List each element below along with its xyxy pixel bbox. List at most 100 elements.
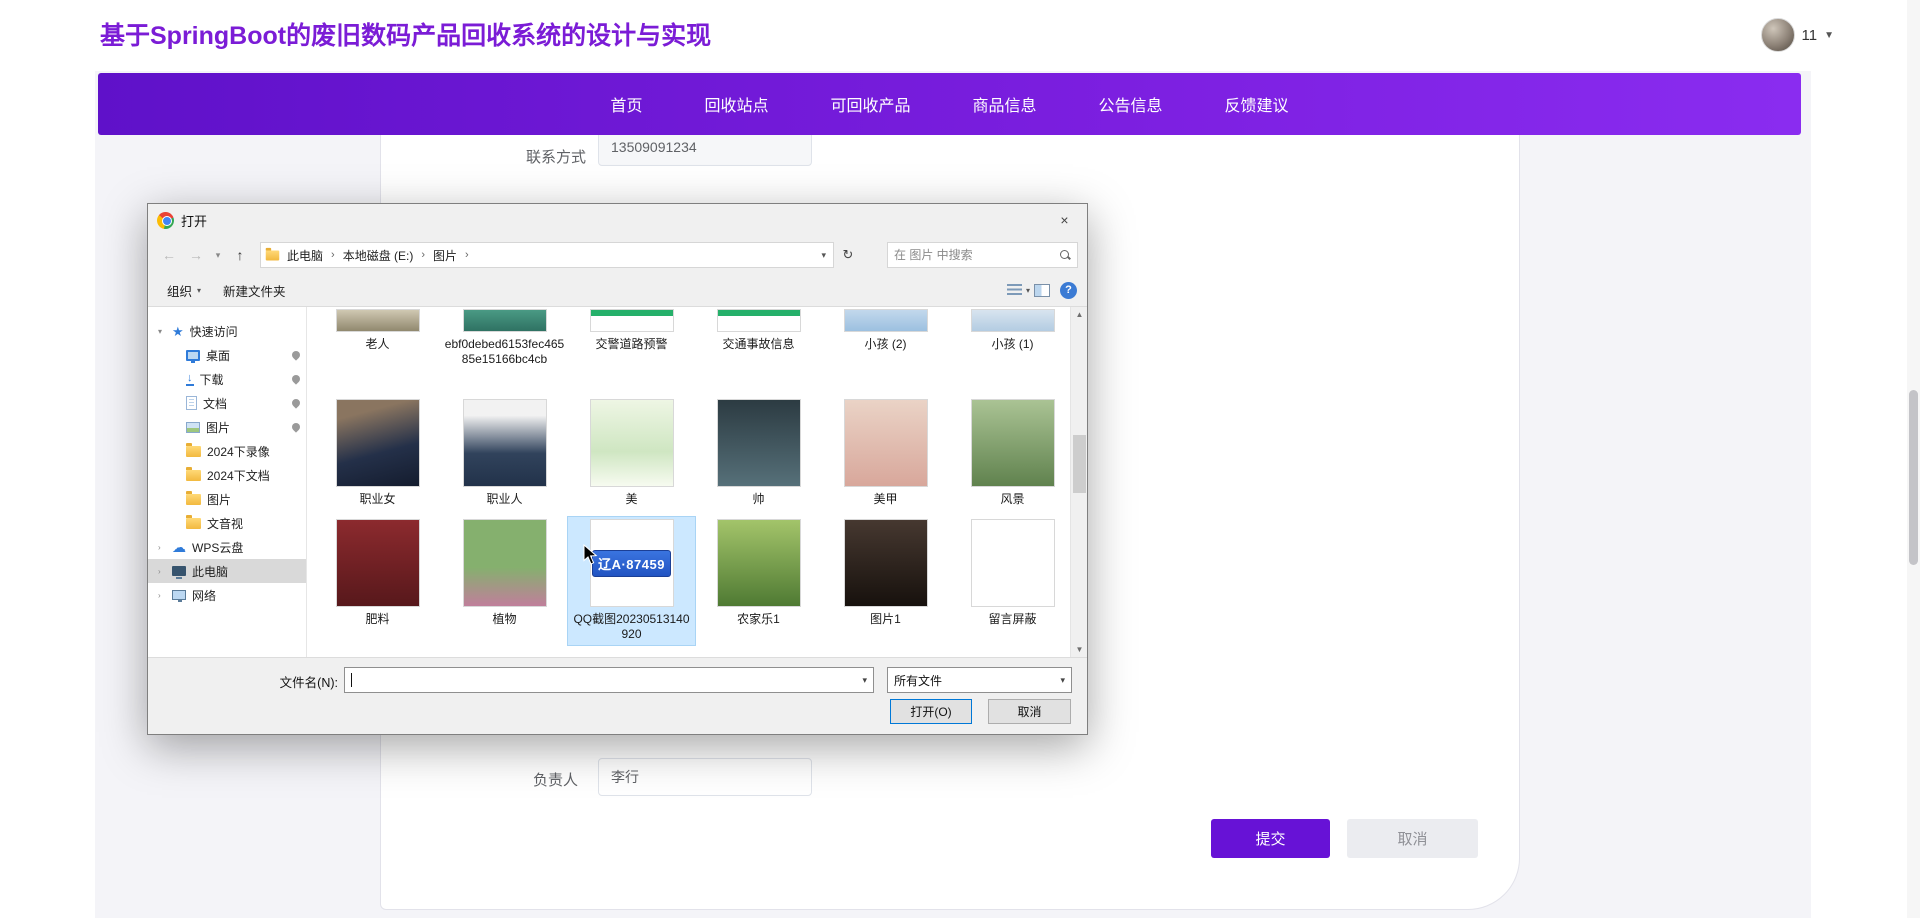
scroll-up-icon[interactable]: ▲ — [1071, 307, 1087, 322]
address-dropdown-icon[interactable]: ▾ — [821, 250, 829, 261]
scroll-down-icon[interactable]: ▼ — [1071, 642, 1087, 657]
chevron-down-icon[interactable]: ▾ — [862, 675, 867, 686]
breadcrumb-this-pc[interactable]: 此电脑 — [282, 245, 328, 266]
folder-icon — [186, 446, 201, 457]
filename-input[interactable]: ▾ — [344, 667, 874, 693]
sidebar-item-media-folder[interactable]: 文音视 — [148, 511, 306, 535]
sidebar-item-pictures-folder[interactable]: 图片 — [148, 487, 306, 511]
file-item[interactable]: 交通事故信息 — [695, 307, 822, 370]
file-row: 职业女 职业人 美 帅 美甲 — [314, 397, 1076, 510]
file-item-selected[interactable]: 辽A·87459 QQ截图20230513140920 — [568, 517, 695, 645]
view-mode-dropdown-icon[interactable]: ▾ — [1026, 286, 1030, 295]
mouse-cursor — [583, 544, 599, 566]
sidebar-item-downloads[interactable]: ↓ 下载 — [148, 367, 306, 391]
file-item[interactable]: 小孩 (1) — [949, 307, 1076, 370]
file-item[interactable]: 小孩 (2) — [822, 307, 949, 370]
recent-locations-icon[interactable]: ▾ — [211, 243, 225, 267]
file-item[interactable]: 美甲 — [822, 397, 949, 510]
view-mode-icon[interactable] — [1007, 284, 1022, 297]
manager-value: 李行 — [611, 767, 639, 787]
file-thumbnail — [463, 519, 547, 607]
new-folder-button[interactable]: 新建文件夹 — [214, 276, 295, 305]
breadcrumb-separator-icon: › — [330, 249, 336, 261]
form-cancel-button[interactable]: 取消 — [1347, 819, 1478, 858]
dialog-toolbar: 组织 ▾ 新建文件夹 ▾ ? — [148, 274, 1087, 307]
back-icon[interactable]: ← — [157, 243, 181, 267]
file-item[interactable]: 职业人 — [441, 397, 568, 510]
file-item[interactable]: 留言屏蔽 — [949, 517, 1076, 645]
nav-item-announcements[interactable]: 公告信息 — [1099, 92, 1163, 116]
dialog-titlebar[interactable]: 打开 × — [148, 204, 1087, 236]
help-icon[interactable]: ? — [1060, 282, 1077, 299]
computer-icon — [172, 566, 186, 576]
file-thumbnail — [463, 309, 547, 332]
dialog-body: ▾ ★ 快速访问 桌面 ↓ 下载 文档 图片 — [148, 307, 1087, 657]
breadcrumb-local-disk-e[interactable]: 本地磁盘 (E:) — [338, 245, 419, 266]
folder-icon — [186, 470, 201, 481]
user-menu[interactable]: 11 ▼ — [1761, 18, 1834, 52]
search-input[interactable] — [894, 248, 1059, 262]
sidebar-item-network[interactable]: › 网络 — [148, 583, 306, 607]
dialog-cancel-button[interactable]: 取消 — [988, 699, 1071, 724]
desktop-icon — [186, 350, 200, 361]
file-item[interactable]: 交警道路预警 — [568, 307, 695, 370]
pin-icon — [290, 397, 301, 408]
file-thumbnail — [336, 309, 420, 332]
file-item[interactable]: 肥料 — [314, 517, 441, 645]
open-button[interactable]: 打开(O) — [890, 699, 972, 724]
up-icon[interactable]: ↑ — [228, 243, 252, 267]
file-item[interactable]: ebf0debed6153fec46585e15166bc4cb — [441, 307, 568, 370]
nav-item-feedback[interactable]: 反馈建议 — [1225, 92, 1289, 116]
file-thumbnail — [971, 309, 1055, 332]
organize-button[interactable]: 组织 ▾ — [158, 276, 210, 305]
manager-input[interactable]: 李行 — [598, 758, 812, 796]
sidebar-item-pictures[interactable]: 图片 — [148, 415, 306, 439]
nav-item-goods-info[interactable]: 商品信息 — [973, 92, 1037, 116]
file-thumbnail — [971, 399, 1055, 487]
main-nav: 首页 回收站点 可回收产品 商品信息 公告信息 反馈建议 — [98, 73, 1801, 135]
chevron-down-icon: ▼ — [1824, 30, 1834, 41]
file-scrollbar-thumb[interactable] — [1073, 435, 1086, 493]
chevron-down-icon: ▾ — [1060, 675, 1065, 686]
file-thumbnail — [590, 399, 674, 487]
avatar[interactable] — [1761, 18, 1795, 52]
forward-icon[interactable]: → — [184, 243, 208, 267]
sidebar-item-desktop[interactable]: 桌面 — [148, 343, 306, 367]
file-thumbnail — [717, 399, 801, 487]
refresh-icon[interactable]: ↻ — [837, 243, 859, 267]
close-icon[interactable]: × — [1042, 204, 1087, 236]
file-thumbnail — [844, 309, 928, 332]
document-icon — [186, 396, 197, 410]
sidebar-item-this-pc[interactable]: › 此电脑 — [148, 559, 306, 583]
file-item[interactable]: 帅 — [695, 397, 822, 510]
page-scrollbar[interactable] — [1907, 0, 1920, 918]
file-row: 老人 ebf0debed6153fec46585e15166bc4cb 交警道路… — [314, 307, 1076, 370]
chevron-collapsed-icon: › — [158, 591, 161, 600]
manager-label: 负责人 — [498, 769, 578, 790]
sidebar-item-wps-cloud[interactable]: › ☁ WPS云盘 — [148, 535, 306, 559]
file-item[interactable]: 职业女 — [314, 397, 441, 510]
sidebar-item-2024-videos[interactable]: 2024下录像 — [148, 439, 306, 463]
search-box — [887, 242, 1078, 268]
nav-item-recyclable-products[interactable]: 可回收产品 — [830, 92, 910, 116]
nav-item-recycle-sites[interactable]: 回收站点 — [704, 92, 768, 116]
breadcrumb-pictures[interactable]: 图片 — [428, 245, 462, 266]
file-item[interactable]: 美 — [568, 397, 695, 510]
sidebar-item-quick-access[interactable]: ▾ ★ 快速访问 — [148, 319, 306, 343]
file-list-scrollbar[interactable]: ▲ ▼ — [1070, 307, 1087, 657]
file-item[interactable]: 风景 — [949, 397, 1076, 510]
file-item[interactable]: 农家乐1 — [695, 517, 822, 645]
page-scrollbar-thumb[interactable] — [1909, 390, 1918, 565]
sidebar-item-documents[interactable]: 文档 — [148, 391, 306, 415]
file-item[interactable]: 图片1 — [822, 517, 949, 645]
file-item[interactable]: 植物 — [441, 517, 568, 645]
search-icon[interactable] — [1059, 249, 1071, 261]
address-bar[interactable]: 此电脑 › 本地磁盘 (E:) › 图片 › ▾ — [260, 242, 834, 268]
preview-pane-icon[interactable] — [1034, 284, 1050, 297]
nav-item-home[interactable]: 首页 — [610, 92, 642, 116]
submit-button[interactable]: 提交 — [1211, 819, 1330, 858]
license-plate: 辽A·87459 — [592, 550, 671, 577]
file-item[interactable]: 老人 — [314, 307, 441, 370]
sidebar-item-2024-docs[interactable]: 2024下文档 — [148, 463, 306, 487]
filetype-select[interactable]: 所有文件 ▾ — [887, 667, 1072, 693]
